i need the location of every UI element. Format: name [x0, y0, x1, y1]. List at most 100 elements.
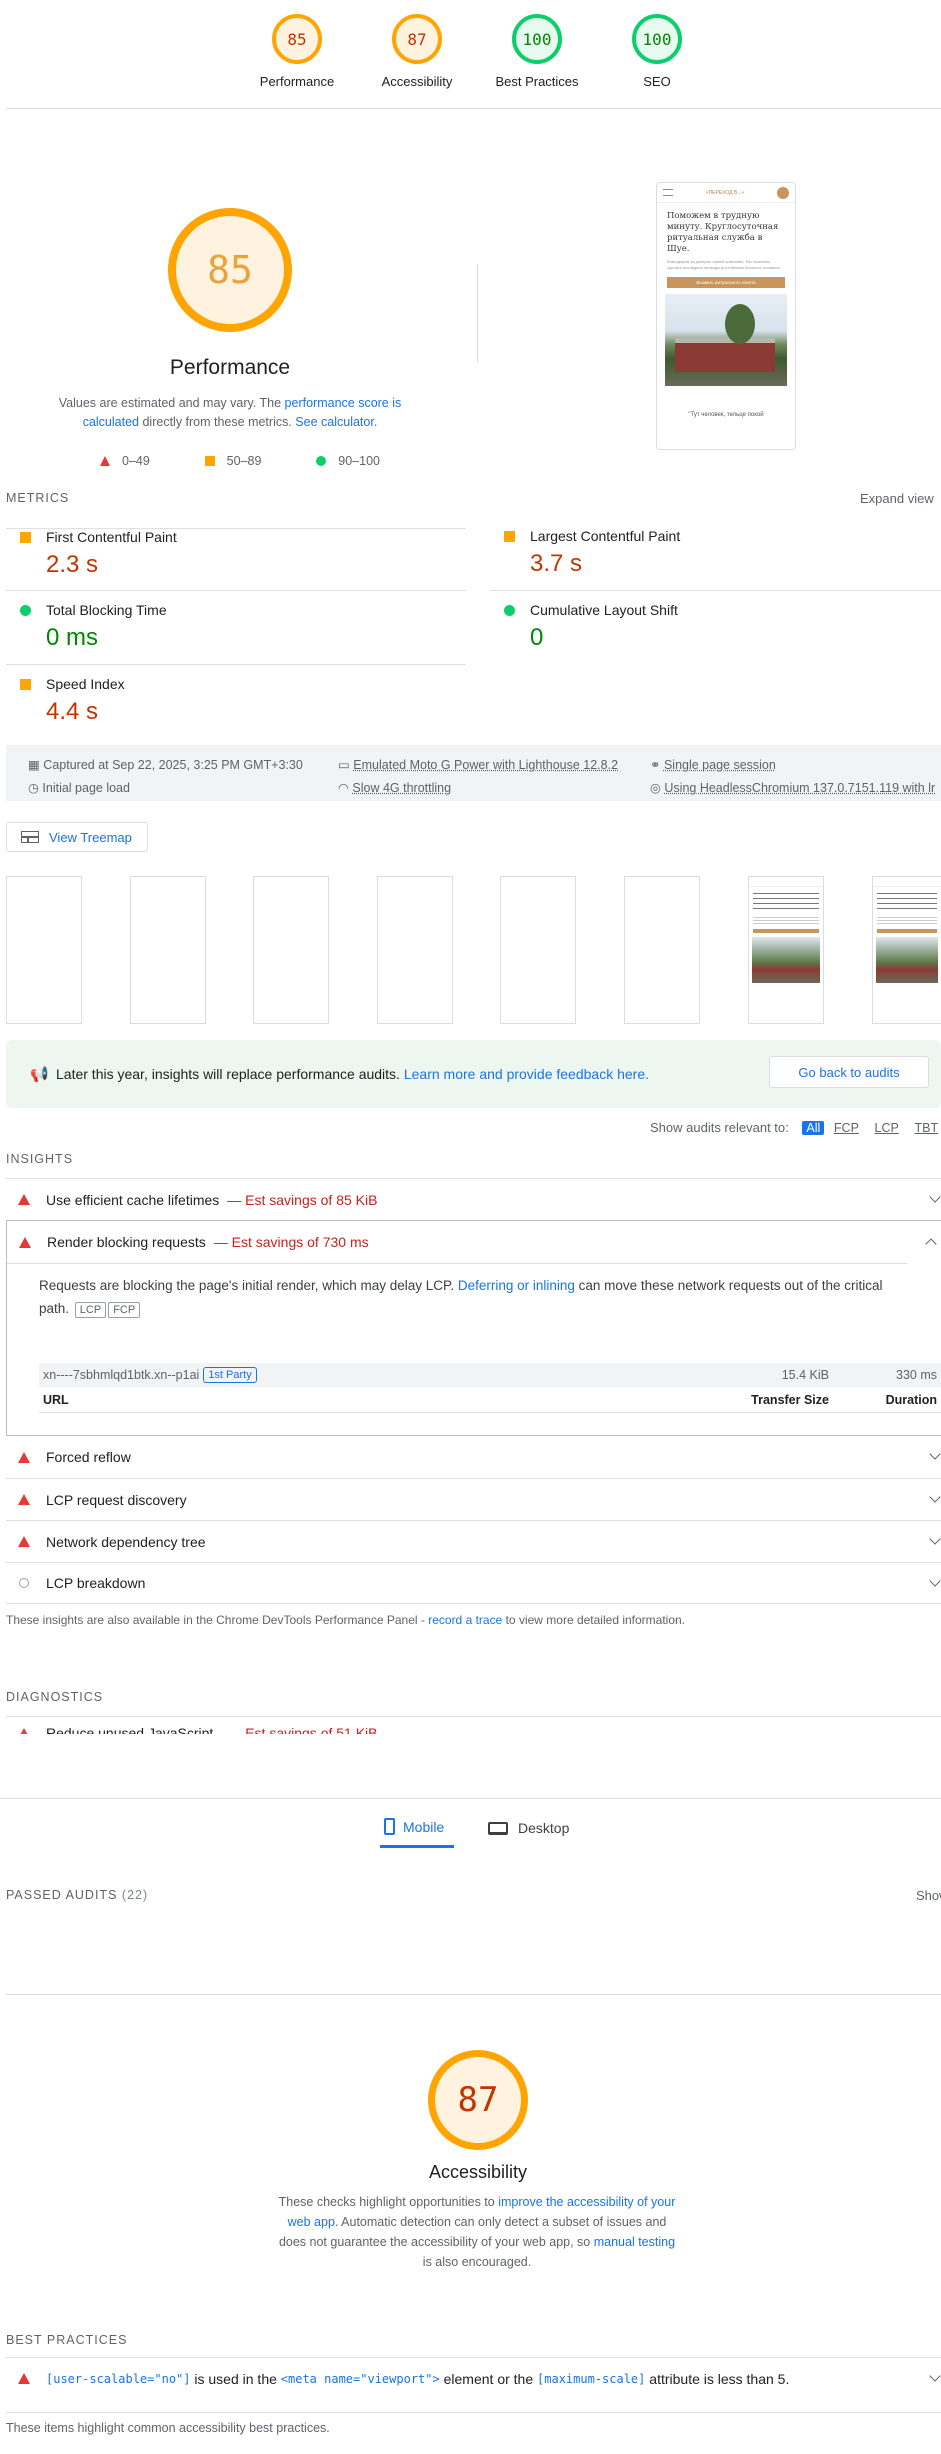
table-header: URL Transfer Size Duration: [39, 1387, 941, 1413]
metric-fcp: First Contentful Paint 2.3 s: [6, 528, 466, 596]
average-square-icon: [20, 679, 31, 690]
session-icon: ⚭: [650, 758, 664, 772]
preview-button: Вызвать ритуального агента: [667, 277, 785, 288]
square-icon: [204, 456, 215, 466]
duration-value: 330 ms: [896, 1368, 937, 1382]
show-passed-button[interactable]: Show: [916, 1888, 941, 1903]
table-row[interactable]: xn----7sbhmlqd1btk.xn--p1ai 1st Party 15…: [39, 1363, 941, 1387]
filter-tbt[interactable]: TBT: [914, 1121, 938, 1135]
view-treemap-button[interactable]: View Treemap: [6, 822, 148, 852]
insights-label: INSIGHTS: [6, 1152, 74, 1166]
legend-pass: 90–100: [316, 454, 380, 468]
score-seo[interactable]: 100 SEO: [602, 14, 712, 89]
resource-host: xn----7sbhmlqd1btk.xn--p1ai: [43, 1368, 200, 1382]
learn-more-link[interactable]: Learn more and provide feedback here.: [404, 1066, 649, 1082]
runtime-settings: ▦ Captured at Sep 22, 2025, 3:25 PM GMT+…: [6, 745, 941, 801]
emulated-device[interactable]: ▭ Emulated Moto G Power with Lighthouse …: [338, 757, 618, 772]
browser-version[interactable]: ◎ Using HeadlessChromium 137.0.7151.119 …: [650, 780, 935, 795]
filmstrip-frame: [130, 876, 206, 1024]
best-practices-gauge: 100: [512, 14, 562, 64]
fail-triangle-icon: [18, 1727, 30, 1734]
fcp-chip: FCP: [108, 1302, 141, 1318]
audit-reduce-unused-js[interactable]: Reduce unused JavaScript — Est savings of…: [6, 1716, 941, 1734]
render-blocking-description: Requests are blocking the page's initial…: [7, 1263, 907, 1320]
deferring-inlining-link[interactable]: Deferring or inlining: [458, 1278, 575, 1293]
filter-fcp[interactable]: FCP: [834, 1121, 859, 1135]
diagnostics-label: DIAGNOSTICS: [6, 1690, 104, 1704]
insights-banner: 📢 Later this year, insights will replace…: [6, 1040, 941, 1108]
accessibility-label: Accessibility: [381, 74, 453, 89]
page-load: ◷ Initial page load: [28, 781, 130, 795]
insights-footer: These insights are also available in the…: [6, 1613, 686, 1627]
legend-fail: 0–49: [100, 454, 150, 468]
neutral-circle-icon: [19, 1578, 29, 1588]
final-screenshot[interactable]: «ПЕРЕХОД В...» Поможем в трудную минуту.…: [656, 182, 796, 450]
passed-audits-label[interactable]: PASSED AUDITS (22): [6, 1888, 148, 1902]
metric-speed-index: Speed Index 4.4 s: [6, 676, 466, 726]
fail-triangle-icon: [19, 1236, 31, 1248]
accessibility-description: These checks highlight opportunities to …: [278, 2195, 676, 2269]
pass-circle-icon: [20, 605, 31, 616]
section-divider: [6, 1994, 941, 1995]
captured-at: ▦ Captured at Sep 22, 2025, 3:25 PM GMT+…: [28, 758, 303, 772]
audit-cache-lifetimes[interactable]: Use efficient cache lifetimes — Est savin…: [6, 1178, 941, 1220]
session-type[interactable]: ⚭ Single page session: [650, 757, 776, 772]
score-performance[interactable]: 85 Performance: [242, 14, 352, 89]
pass-circle-icon: [504, 605, 515, 616]
filmstrip-frame-loaded: [872, 876, 941, 1024]
chevron-down-icon: [929, 1575, 941, 1587]
metrics-label: METRICS: [6, 491, 70, 505]
filter-lcp[interactable]: LCP: [875, 1121, 899, 1135]
throttling[interactable]: ◠ Slow 4G throttling: [338, 780, 451, 795]
chevron-down-icon: [929, 1491, 941, 1503]
score-accessibility[interactable]: 87 Accessibility: [362, 14, 472, 89]
audit-lcp-request-discovery[interactable]: LCP request discovery: [6, 1478, 941, 1520]
metric-cls: Cumulative Layout Shift 0: [490, 602, 941, 652]
filmstrip-frame: [6, 876, 82, 1024]
lcp-chip: LCP: [74, 1302, 107, 1318]
performance-description: Values are estimated and may vary. The p…: [58, 396, 402, 429]
fail-triangle-icon: [18, 1194, 30, 1205]
expand-view-button[interactable]: Expand view: [860, 491, 934, 506]
go-back-to-audits-button[interactable]: Go back to audits: [769, 1056, 929, 1088]
megaphone-icon: 📢: [30, 1066, 49, 1083]
audit-forced-reflow[interactable]: Forced reflow: [6, 1436, 941, 1478]
calendar-icon: ▦: [28, 758, 44, 772]
best-practices-label: Best Practices: [495, 74, 579, 89]
treemap-icon: [21, 831, 39, 843]
best-practices-footer: These items highlight common accessibili…: [6, 2412, 941, 2435]
chrome-icon: ◎: [650, 781, 665, 795]
filter-all[interactable]: All: [802, 1121, 825, 1135]
average-square-icon: [20, 532, 31, 543]
fail-triangle-icon: [18, 2373, 30, 2384]
seo-label: SEO: [643, 74, 671, 89]
audit-user-scalable[interactable]: [user-scalable="no"] is used in the <met…: [6, 2357, 941, 2399]
manual-testing-link[interactable]: manual testing: [594, 2235, 675, 2249]
audit-network-dependency-tree[interactable]: Network dependency tree: [6, 1520, 941, 1562]
fail-triangle-icon: [18, 1451, 30, 1463]
accessibility-big-gauge: 87: [428, 2050, 528, 2150]
tab-desktop[interactable]: Desktop: [488, 1808, 588, 1848]
vertical-divider: [477, 264, 478, 362]
see-calculator-link[interactable]: See calculator.: [295, 415, 377, 429]
timer-icon: ◷: [28, 781, 43, 795]
audit-render-blocking[interactable]: Render blocking requests — Est savings of…: [6, 1220, 941, 1436]
seo-gauge: 100: [632, 14, 682, 64]
wifi-icon: ◠: [338, 781, 353, 795]
preview-brand: «ПЕРЕХОД В...»: [705, 189, 745, 196]
best-practices-label: BEST PRACTICES: [6, 2333, 128, 2347]
tab-mobile[interactable]: Mobile: [380, 1808, 454, 1848]
chevron-down-icon: [929, 1448, 941, 1460]
score-best-practices[interactable]: 100 Best Practices: [482, 14, 592, 89]
performance-gauge: 85: [272, 14, 322, 64]
audit-filter: Show audits relevant to: All FCP LCP TBT: [650, 1120, 939, 1135]
menu-icon: [663, 189, 673, 196]
accessibility-gauge: 87: [392, 14, 442, 64]
audit-lcp-breakdown[interactable]: LCP breakdown: [6, 1562, 941, 1604]
filmstrip-frame: [253, 876, 329, 1024]
fail-triangle-icon: [18, 1536, 30, 1547]
fail-triangle-icon: [18, 1494, 30, 1505]
laptop-icon: [488, 1821, 508, 1835]
preview-headline: Поможем в трудную минуту. Круглосуточная…: [667, 211, 779, 254]
record-trace-link[interactable]: record a trace: [428, 1613, 502, 1627]
